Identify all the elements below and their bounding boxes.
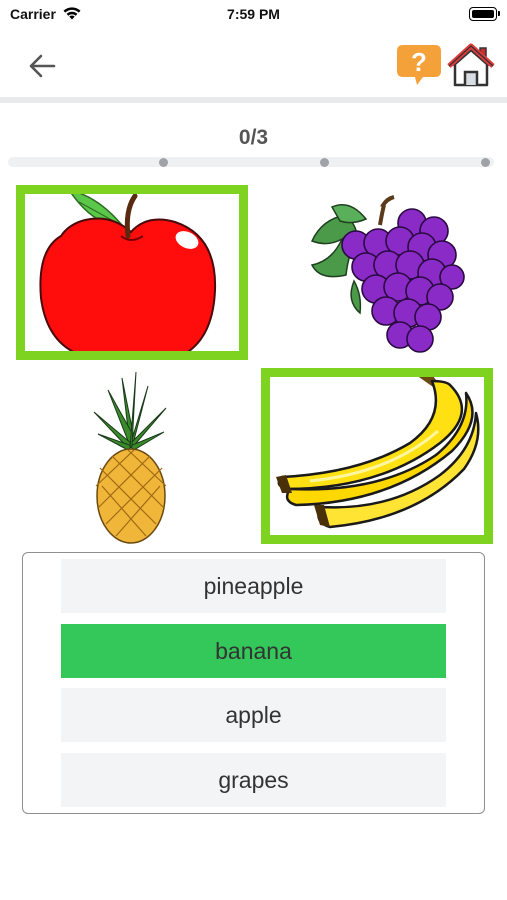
answer-panel: pineapple banana apple grapes [22, 552, 485, 814]
progress-step-dot [320, 158, 329, 167]
battery-icon [469, 7, 500, 21]
answer-option-banana[interactable]: banana [61, 624, 446, 678]
status-bar: Carrier 7:59 PM [0, 0, 507, 30]
progress-step-dot [481, 158, 490, 167]
pineapple-image [93, 371, 167, 544]
progress-label: 0/3 [238, 126, 269, 149]
progress-bar [8, 157, 494, 167]
tile-grapes[interactable] [262, 185, 494, 360]
help-button[interactable]: ? [395, 43, 443, 87]
answer-option-apple[interactable]: apple [61, 688, 446, 742]
status-time: 7:59 PM [227, 6, 280, 22]
tile-pineapple[interactable] [16, 368, 248, 544]
answer-option-pineapple[interactable]: pineapple [61, 559, 446, 613]
nav-bar: ? [0, 30, 507, 98]
progress-step-dot [159, 158, 168, 167]
home-button[interactable] [446, 42, 496, 88]
nav-divider [0, 97, 507, 103]
question-bubble-icon: ? [397, 45, 441, 85]
apple-image [39, 194, 217, 351]
home-icon [447, 43, 495, 87]
banana-image [276, 377, 480, 529]
svg-text:?: ? [411, 47, 427, 77]
answer-option-grapes[interactable]: grapes [61, 753, 446, 807]
grapes-image [310, 195, 465, 353]
arrow-left-icon [29, 54, 56, 78]
tile-banana[interactable] [261, 368, 493, 544]
tile-apple[interactable] [16, 185, 248, 360]
back-button[interactable] [24, 50, 64, 82]
